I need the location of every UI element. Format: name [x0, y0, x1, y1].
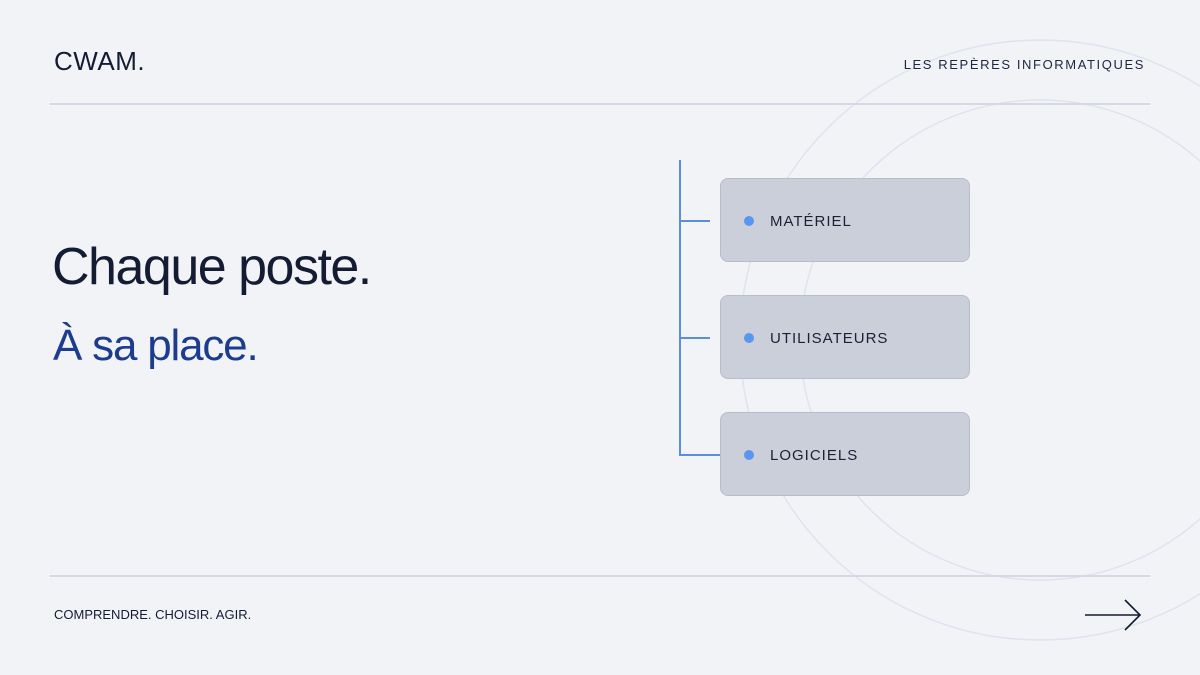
tree-card-label: LOGICIELS — [770, 447, 859, 464]
tree-card-label: UTILISATEURS — [770, 330, 889, 347]
tree-branch-line — [679, 454, 720, 456]
tree-card-logiciels: LOGICIELS — [720, 412, 970, 496]
tagline: LES REPÈRES INFORMATIQUES — [903, 57, 1145, 72]
tree-trunk-line — [679, 160, 681, 456]
brand-logo: CWAM. — [54, 46, 146, 76]
tree-card-materiel: MATÉRIEL — [720, 178, 970, 262]
hero-subline: À sa place. — [53, 321, 259, 370]
tree-branch-line — [679, 337, 710, 339]
arrow-right-icon[interactable] — [1084, 598, 1144, 632]
bullet-dot-icon — [744, 450, 754, 460]
footer-divider — [50, 575, 1150, 577]
footer-motto: COMPRENDRE. CHOISIR. AGIR. — [54, 607, 252, 622]
hero-headline: Chaque poste. — [52, 238, 372, 296]
tree-card-utilisateurs: UTILISATEURS — [720, 295, 970, 379]
tree-branch-line — [679, 220, 710, 222]
tree-card-label: MATÉRIEL — [770, 213, 852, 230]
bullet-dot-icon — [744, 333, 754, 343]
header-divider — [50, 103, 1150, 105]
bullet-dot-icon — [744, 216, 754, 226]
